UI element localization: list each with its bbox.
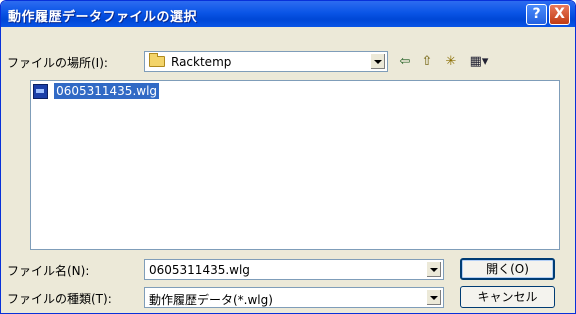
chevron-down-icon[interactable] — [426, 261, 442, 278]
close-button[interactable]: X — [549, 4, 570, 25]
file-dialog: 動作履歴データファイルの選択 ? X ファイルの場所(I): Racktemp … — [0, 0, 576, 314]
look-in-dropdown[interactable]: Racktemp — [144, 51, 388, 72]
cancel-button[interactable]: キャンセル — [460, 286, 555, 308]
chevron-down-icon[interactable] — [370, 53, 386, 70]
new-folder-icon[interactable]: ✳ — [442, 53, 460, 71]
title-bar[interactable]: 動作履歴データファイルの選択 ? X — [1, 1, 575, 27]
look-in-label: ファイルの場所(I): — [7, 56, 108, 70]
view-menu-icon[interactable]: ▦▾ — [467, 53, 491, 71]
filename-value[interactable]: 0605311435.wlg — [149, 263, 250, 277]
help-button[interactable]: ? — [526, 4, 547, 25]
back-arrow-icon[interactable]: ⇦ — [396, 53, 414, 71]
look-in-value: Racktemp — [171, 55, 232, 69]
file-name: 0605311435.wlg — [54, 83, 160, 99]
filetype-label: ファイルの種類(T): — [7, 292, 112, 306]
folder-icon — [149, 53, 165, 67]
filename-label: ファイル名(N): — [7, 264, 90, 278]
filetype-dropdown[interactable]: 動作履歴データ(*.wlg) — [144, 287, 444, 308]
dialog-title: 動作履歴データファイルの選択 — [8, 10, 198, 25]
filetype-value: 動作履歴データ(*.wlg) — [149, 293, 273, 307]
file-list[interactable]: 0605311435.wlg — [30, 80, 560, 250]
filename-input[interactable]: 0605311435.wlg — [144, 259, 444, 280]
chevron-down-icon[interactable] — [426, 289, 442, 306]
open-button[interactable]: 開く(O) — [460, 258, 555, 280]
up-folder-icon[interactable]: ⇧ — [418, 53, 436, 71]
list-item[interactable]: 0605311435.wlg — [33, 83, 160, 99]
wlg-file-icon — [33, 84, 48, 99]
